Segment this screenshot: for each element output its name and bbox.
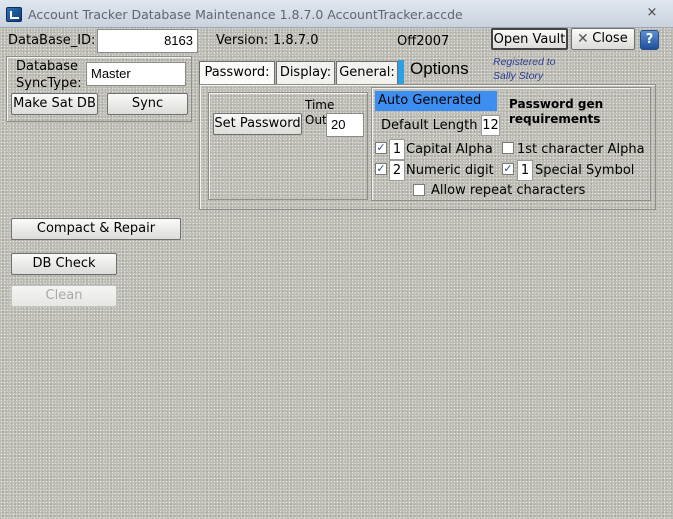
tab-general[interactable]: General: (336, 61, 398, 85)
tab-accent (398, 60, 404, 85)
auto-generated-option[interactable]: Auto Generated (375, 91, 497, 111)
database-id-field[interactable]: 8163 (97, 29, 198, 53)
capital-alpha-checkbox[interactable]: ✓ (375, 142, 387, 154)
database-id-label: DataBase_ID: (8, 33, 96, 48)
registered-to: Registered to Sally Story (493, 55, 555, 83)
timeout-label-line1: Time (305, 98, 335, 112)
sync-type-label-line2: SyncType: (16, 76, 82, 91)
special-symbol-count[interactable]: 1 (517, 160, 533, 181)
compact-repair-button[interactable]: Compact & Repair (11, 218, 181, 240)
capital-alpha-count[interactable]: 1 (389, 139, 405, 160)
numeric-digit-checkbox[interactable]: ✓ (375, 163, 387, 175)
timeout-field[interactable]: 20 (326, 113, 364, 137)
allow-repeat-checkbox[interactable] (413, 184, 425, 196)
registered-to-line1: Registered to (493, 56, 556, 68)
clean-button[interactable]: Clean (11, 285, 117, 307)
window-close-icon[interactable]: × (645, 6, 659, 20)
numeric-digit-label: Numeric digit (406, 163, 494, 178)
close-button[interactable]: ✕ Close (571, 28, 635, 50)
make-sat-db-button[interactable]: Make Sat DB (11, 93, 98, 115)
help-icon[interactable]: ? (640, 30, 659, 50)
first-char-alpha-label: 1st character Alpha (517, 142, 645, 157)
sync-button[interactable]: Sync (107, 93, 188, 115)
version-value: 1.8.7.0 (273, 33, 319, 48)
sync-type-label-line1: Database (16, 59, 79, 74)
default-length-field[interactable]: 12 (481, 115, 500, 136)
special-symbol-checkbox[interactable]: ✓ (502, 163, 514, 175)
options-title: Options (410, 59, 469, 78)
timeout-label-line2: Out (305, 113, 327, 127)
close-button-label: Close (592, 31, 628, 46)
special-symbol-label: Special Symbol (535, 163, 635, 178)
registered-to-name: Sally Story (493, 70, 544, 82)
close-icon: ✕ (577, 31, 589, 47)
first-char-alpha-checkbox[interactable] (502, 142, 514, 154)
tab-password[interactable]: Password: (199, 61, 275, 86)
office-version-label: Off2007 (397, 34, 450, 49)
tab-display[interactable]: Display: (276, 61, 335, 85)
numeric-digit-count[interactable]: 2 (389, 160, 405, 181)
db-check-button[interactable]: DB Check (11, 253, 117, 275)
window-title: Account Tracker Database Maintenance 1.8… (28, 7, 463, 22)
default-length-label: Default Length (381, 118, 478, 133)
open-vault-button[interactable]: Open Vault (491, 28, 568, 50)
set-password-group (208, 92, 368, 200)
app-icon[interactable] (6, 7, 22, 22)
password-requirements-line2: requirements (509, 112, 601, 126)
sync-type-field[interactable]: Master (86, 62, 186, 86)
password-requirements-line1: Password gen (509, 97, 604, 111)
capital-alpha-label: Capital Alpha (406, 142, 493, 157)
password-requirements-heading: Password gen requirements (509, 97, 603, 127)
allow-repeat-label: Allow repeat characters (431, 183, 586, 198)
set-password-button[interactable]: Set Password (213, 113, 302, 135)
sync-type-label: Database SyncType: (16, 58, 82, 92)
version-label: Version: (216, 33, 269, 48)
